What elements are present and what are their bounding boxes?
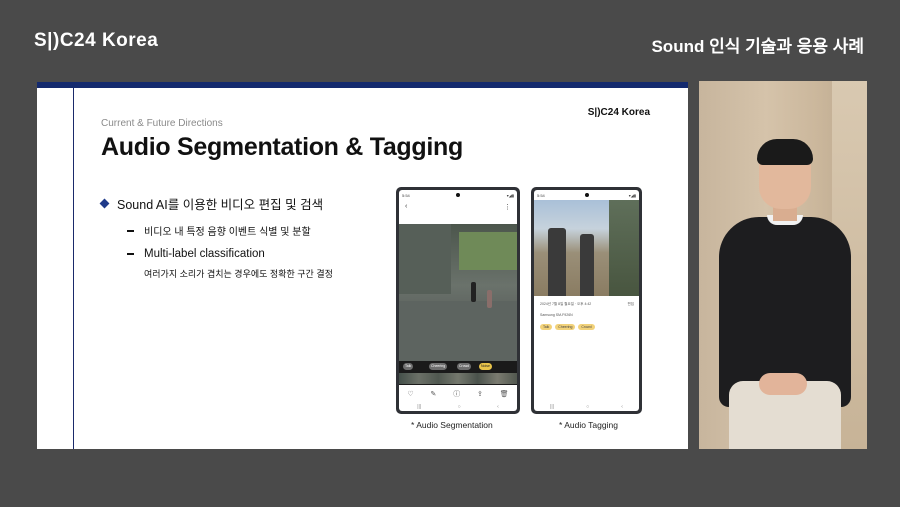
recents-icon[interactable]: ||| [417,404,421,410]
caption-tagging: * Audio Tagging [559,420,618,430]
bullet-main: Sound AI를 이용한 비디오 편집 및 검색 [99,194,389,213]
slide-title: Audio Segmentation & Tagging [101,133,463,161]
sound-chip[interactable]: Talk [403,363,414,370]
sound-tag[interactable]: Cheering [555,324,576,330]
video-wall [399,224,451,294]
recents-icon[interactable]: ||| [550,404,554,410]
sub-bullet-2: Multi-label classification [127,248,389,260]
share-icon[interactable]: ⇪ [477,390,483,398]
gallery-action-bar: ♡ ✎ ⓘ ⇪ 🗑 [399,387,517,401]
sub-bullet-1: 비디오 내 특정 음향 이벤트 식별 및 분할 [127,223,389,238]
back-nav-icon[interactable]: ‹ [621,404,623,410]
phone-audio-segmentation: 5:54 ▾◢▮ ‹ ⋮ Talk Cheering Crowd Noise ♡… [396,187,520,414]
more-icon[interactable]: ⋮ [504,203,511,211]
speaker-hands [759,373,807,395]
bullet-list: Sound AI를 이용한 비디오 편집 및 검색 비디오 내 특정 음향 이벤… [99,194,389,280]
sound-chip[interactable]: Crowd [457,363,472,370]
sound-tags: Talk Cheering Crowd [540,324,634,330]
gallery-top-bar: ‹ ⋮ [399,200,517,213]
session-title: Sound 인식 기술과 응용 사례 [651,37,864,56]
home-icon[interactable]: ○ [586,404,589,410]
android-nav-bar: ||| ○ ‹ [534,402,639,411]
hiking-photo[interactable] [534,200,639,296]
dash-icon [127,253,134,255]
caption-segmentation: * Audio Segmentation [411,420,493,430]
back-nav-icon[interactable]: ‹ [497,404,499,410]
phone-screen: 5:54 ▾◢▮ ‹ ⋮ Talk Cheering Crowd Noise ♡… [399,190,517,411]
diamond-bullet-icon [99,198,110,209]
camera-icon [584,193,589,197]
presentation-slide: S|)C24 Korea Current & Future Directions… [37,82,688,449]
slide-margin-line [73,88,74,449]
status-time: 5:54 [402,192,410,198]
photo-cliff [609,200,639,296]
delete-icon[interactable]: 🗑 [500,390,509,398]
sound-tag[interactable]: Talk [540,324,553,330]
slide-accent-bar [37,82,688,88]
slide-kicker: Current & Future Directions [101,118,223,129]
status-time: 5:54 [537,192,545,198]
hiker-figure [548,228,566,296]
dash-icon [127,229,134,232]
home-icon[interactable]: ○ [458,404,461,410]
bullet-main-text: Sound AI를 이용한 비디오 편집 및 검색 [117,198,324,212]
favorite-icon[interactable]: ♡ [407,390,413,398]
back-icon[interactable]: ‹ [405,203,407,210]
slide-brand: S|)C24 Korea [587,107,650,118]
sub-bullet-2-text: Multi-label classification [144,248,265,260]
photo-details: 2024년 7월 8일 월요일 · 오후 4:42 편집 Samsung SM-… [540,301,634,330]
camera-icon [456,193,460,197]
photo-date: 2024년 7월 8일 월요일 · 오후 4:42 [540,302,592,306]
conference-brand: S|)C24 Korea [34,30,159,51]
edit-link[interactable]: 편집 [628,301,634,307]
phone-screen: 5:54 ▾◢▮ 2024년 7월 8일 월요일 · 오후 4:42 편집 Sa… [534,190,639,411]
child-figure [487,290,492,308]
sound-tag[interactable]: Crowd [578,324,595,330]
status-icons: ▾◢▮ [506,192,514,198]
video-road [399,301,517,361]
frame-strip[interactable] [399,373,517,384]
info-icon[interactable]: ⓘ [453,389,460,399]
sub-bullet-1-text: 비디오 내 특정 음향 이벤트 식별 및 분할 [144,227,311,238]
sub-bullet-note: 여러가지 소리가 겹치는 경우에도 정확한 구간 결정 [144,269,333,279]
video-frame[interactable] [399,224,517,361]
status-icons: ▾◢▮ [628,192,636,198]
video-grass [459,232,517,270]
hiker-figure [580,234,594,296]
speaker-hair [757,139,813,165]
phone-audio-tagging: 5:54 ▾◢▮ 2024년 7월 8일 월요일 · 오후 4:42 편집 Sa… [531,187,642,414]
android-nav-bar: ||| ○ ‹ [399,402,517,411]
edit-icon[interactable]: ✎ [431,390,437,398]
sound-timeline[interactable]: Talk Cheering Crowd Noise [399,361,517,385]
sound-chip[interactable]: Cheering [429,363,448,370]
child-figure [471,282,476,302]
sound-chip-active[interactable]: Noise [479,363,492,370]
speaker-video [699,81,867,449]
